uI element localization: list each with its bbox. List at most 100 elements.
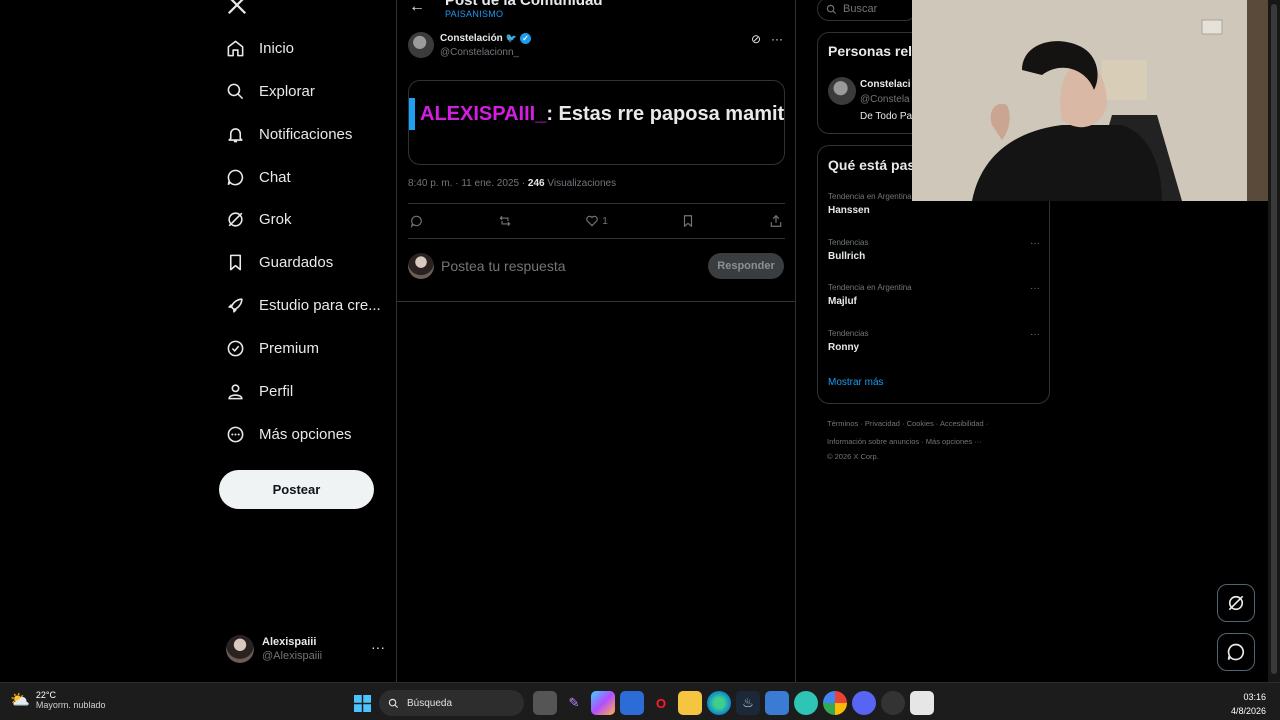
- trends-title: Qué está pas: [828, 157, 916, 173]
- grok-fab-button[interactable]: [1217, 584, 1255, 622]
- x-logo-icon[interactable]: [226, 0, 248, 16]
- scrollbar[interactable]: [1268, 0, 1280, 682]
- account-switcher[interactable]: Alexispaiii @Alexispaiii ···: [226, 632, 386, 666]
- nav-label: Guardados: [259, 253, 334, 271]
- scroll-thumb[interactable]: [1271, 4, 1277, 674]
- nav-item-notificaciones[interactable]: Notificaciones: [226, 116, 352, 152]
- author-avatar[interactable]: [408, 32, 434, 58]
- avatar: [226, 635, 254, 663]
- edge-icon[interactable]: [707, 691, 731, 715]
- back-arrow-icon[interactable]: ←: [409, 0, 425, 16]
- person-name[interactable]: Constelaci: [860, 79, 911, 90]
- trend-name: Bullrich: [828, 251, 866, 262]
- copilot-icon[interactable]: [591, 691, 615, 715]
- nav-item-chat[interactable]: Chat: [226, 159, 291, 195]
- chat-username: ALEXISPAIII_: [420, 103, 547, 125]
- nav-item-perfil[interactable]: Perfil: [226, 373, 293, 409]
- webcam-overlay: [912, 0, 1280, 201]
- nav-item-grok[interactable]: Grok: [226, 201, 292, 237]
- more-icon[interactable]: ···: [371, 639, 385, 655]
- verified-icon: [227, 340, 244, 356]
- photos-icon[interactable]: [765, 691, 789, 715]
- footer-links-2[interactable]: Información sobre anuncios · Más opcione…: [827, 437, 982, 446]
- person-bio: De Todo Pa: [860, 111, 913, 122]
- like-action[interactable]: 1: [585, 214, 608, 228]
- grok-icon[interactable]: ⊘: [751, 32, 761, 46]
- obs-icon[interactable]: [881, 691, 905, 715]
- opera-icon[interactable]: O: [649, 691, 673, 715]
- copyright: © 2026 X Corp.: [827, 452, 879, 461]
- nav-label: Perfil: [259, 382, 294, 400]
- reply-action[interactable]: [410, 214, 424, 228]
- app-icon[interactable]: [794, 691, 818, 715]
- avatar: [408, 253, 434, 279]
- store-icon[interactable]: [620, 691, 644, 715]
- show-more-link[interactable]: Mostrar más: [828, 377, 884, 388]
- nav-label: Chat: [259, 168, 291, 186]
- author-name[interactable]: Constelación: [440, 33, 503, 44]
- views-label: Visualizaciones: [547, 178, 617, 189]
- steam-icon[interactable]: ♨: [736, 691, 760, 715]
- clock-time: 03:16: [1243, 692, 1266, 702]
- community-name[interactable]: PAISANISMO: [445, 9, 503, 19]
- repost-icon: [499, 215, 511, 227]
- trend-name: Majluf: [828, 296, 857, 307]
- weather-widget[interactable]: ⛅ 22°C Mayorm. nublado: [10, 690, 105, 710]
- post-time[interactable]: 8:40 p. m. · 11 ene. 2025 ·: [408, 178, 525, 189]
- nav-label: Más opciones: [259, 425, 352, 443]
- nav-label: Estudio para cre...: [259, 296, 381, 314]
- trend-name: Hanssen: [828, 205, 870, 216]
- more-icon[interactable]: ···: [1030, 283, 1040, 294]
- person-icon: [228, 383, 243, 399]
- search-box[interactable]: [817, 0, 917, 21]
- reply-input[interactable]: [441, 258, 641, 274]
- post-media[interactable]: ALEXISPAIII_: Estas rre paposa mamita: [408, 80, 785, 165]
- chrome-icon[interactable]: [823, 691, 847, 715]
- windows-start-icon[interactable]: [350, 691, 374, 715]
- nav-label: Notificaciones: [259, 125, 353, 143]
- more-icon[interactable]: ···: [1030, 238, 1040, 249]
- cloud-sun-icon: ⛅: [10, 692, 30, 709]
- search-icon: [388, 698, 399, 708]
- nav-item-inicio[interactable]: Inicio: [226, 30, 294, 66]
- trend-item[interactable]: Tendencias Ronny ···: [828, 329, 1040, 353]
- nav-item-guardados[interactable]: Guardados: [226, 244, 333, 280]
- post-author[interactable]: Constelación 🐦 ✓ @Constelacionn_: [408, 32, 532, 58]
- chat-message: ALEXISPAIII_: Estas rre paposa mamita: [420, 103, 784, 126]
- system-clock[interactable]: 03:16 4/8/2026: [1231, 690, 1266, 718]
- trend-context: Tendencia en Argentina: [828, 283, 912, 292]
- taskbar-search-label: Búsqueda: [407, 697, 453, 709]
- nav-item-explorar[interactable]: Explorar: [226, 73, 315, 109]
- pen-app-icon[interactable]: ✎: [562, 691, 586, 715]
- bookmark-action[interactable]: [681, 214, 695, 228]
- taskbar-search[interactable]: Búsqueda: [379, 690, 524, 716]
- person-avatar[interactable]: [828, 77, 856, 105]
- home-icon: [227, 40, 244, 56]
- nav-item-mas-opciones[interactable]: Más opciones: [226, 416, 352, 452]
- trend-context: Tendencias: [828, 238, 869, 247]
- trend-item[interactable]: Tendencia en Argentina Majluf ···: [828, 283, 1040, 307]
- chat-icon: [1227, 643, 1245, 661]
- discord-icon[interactable]: [852, 691, 876, 715]
- task-view-icon[interactable]: [533, 691, 557, 715]
- post-button[interactable]: Postear: [219, 470, 374, 509]
- webcam-image: [912, 0, 1280, 201]
- more-icon[interactable]: ···: [771, 32, 783, 46]
- clock-date: 4/8/2026: [1230, 706, 1266, 716]
- account-name: Alexispaiii: [262, 636, 317, 648]
- trend-item[interactable]: Tendencias Bullrich ···: [828, 238, 1040, 262]
- repost-action[interactable]: [498, 214, 512, 228]
- footer-links[interactable]: Términos · Privacidad · Cookies · Accesi…: [827, 419, 988, 428]
- notepad-icon[interactable]: [910, 691, 934, 715]
- nav-item-premium[interactable]: Premium: [226, 330, 319, 366]
- page-title: Post de la Comunidad: [445, 0, 603, 9]
- reply-button[interactable]: Responder: [708, 253, 784, 279]
- verified-badge-icon: ✓: [520, 32, 532, 44]
- post-meta: 8:40 p. m. · 11 ene. 2025 · 246 Visualiz…: [408, 178, 616, 189]
- search-input[interactable]: [843, 3, 903, 15]
- folder-icon[interactable]: [678, 691, 702, 715]
- share-action[interactable]: [769, 214, 783, 228]
- chat-fab-button[interactable]: [1217, 633, 1255, 671]
- nav-item-estudio[interactable]: Estudio para cre...: [226, 287, 381, 323]
- more-icon[interactable]: ···: [1030, 329, 1040, 340]
